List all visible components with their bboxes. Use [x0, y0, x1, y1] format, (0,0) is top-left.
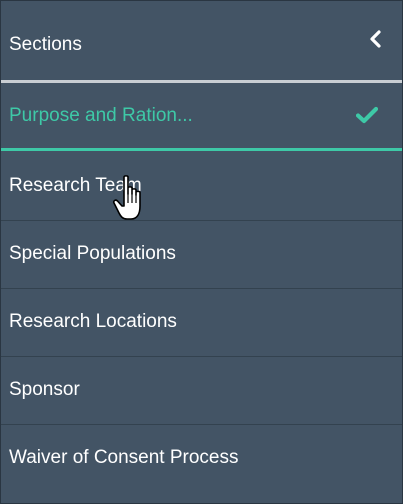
section-item-waiver-of-consent-process[interactable]: Waiver of Consent Process [1, 425, 402, 503]
section-item-label: Research Locations [9, 311, 177, 332]
checkmark-icon [356, 106, 378, 124]
section-item-label: Waiver of Consent Process [9, 447, 239, 468]
section-item-label: Special Populations [9, 243, 176, 264]
section-item-research-team[interactable]: Research Team [1, 153, 402, 221]
section-item-label: Research Team [9, 175, 142, 196]
section-item-special-populations[interactable]: Special Populations [1, 221, 402, 289]
section-item-purpose-and-rationale[interactable]: Purpose and Ration... [1, 83, 402, 151]
collapse-button[interactable] [366, 27, 386, 51]
section-item-sponsor[interactable]: Sponsor [1, 357, 402, 425]
section-item-label: Purpose and Ration... [9, 105, 193, 126]
section-item-label: Sponsor [9, 379, 80, 400]
chevron-left-icon [370, 30, 381, 48]
sections-panel: Sections Purpose and Ration... Research … [0, 0, 403, 504]
sections-title: Sections [9, 34, 82, 55]
sections-header: Sections [1, 1, 402, 80]
section-item-research-locations[interactable]: Research Locations [1, 289, 402, 357]
